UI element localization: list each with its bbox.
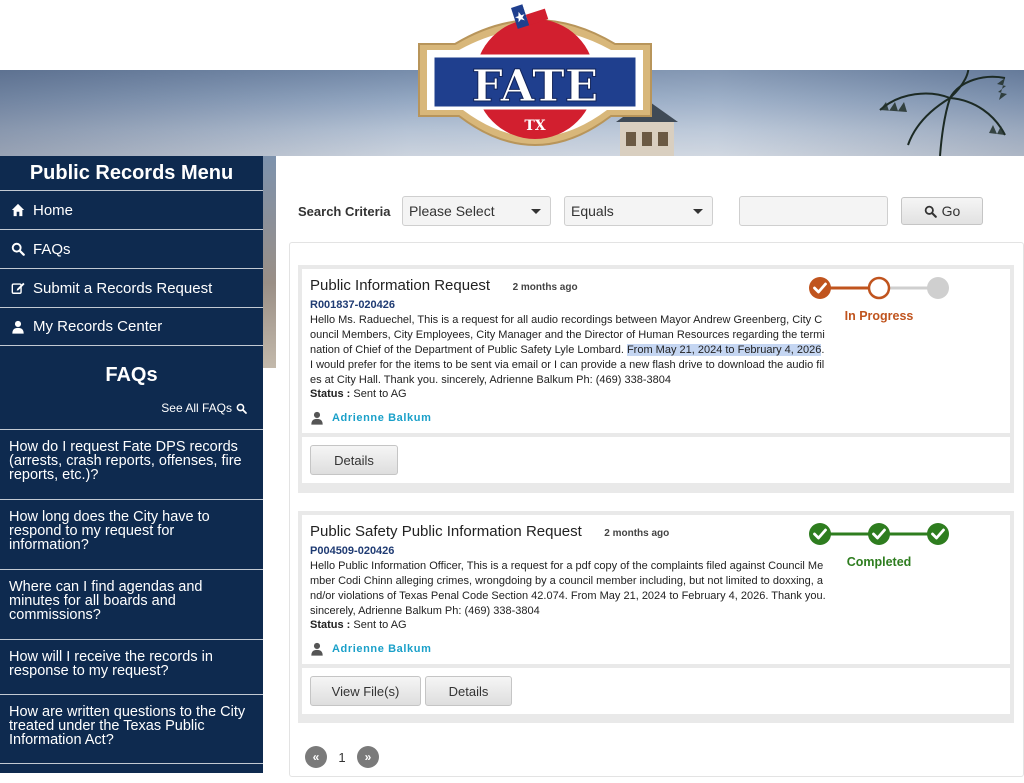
menu-item-label: Submit a Records Request: [33, 279, 213, 297]
request-status: Status : Sent to AG: [310, 388, 1000, 400]
request-card: Public Safety Public Information Request…: [298, 511, 1014, 723]
request-card-actions: Details: [302, 437, 1010, 483]
request-description: Hello Ms. Raduechel, This is a request f…: [310, 314, 825, 386]
pagination: « 1 »: [305, 746, 379, 768]
faq-item[interactable]: How do I request Fate DPS records (arres…: [0, 429, 263, 499]
results-panel: Public Information Request 2 months ago …: [289, 242, 1024, 777]
view-files-button[interactable]: View File(s): [310, 676, 421, 706]
previous-page-button[interactable]: «: [305, 746, 327, 768]
status-label: Status :: [310, 619, 351, 631]
go-button[interactable]: Go: [901, 197, 983, 225]
search-criteria-bar: Search Criteria Please Select Equals Go: [298, 196, 983, 226]
menu-item-my-records-center[interactable]: My Records Center: [0, 307, 263, 346]
request-progress-tracker: Completed: [808, 521, 950, 571]
search-value-input[interactable]: [739, 196, 888, 226]
fate-tx-logo: FATE TX: [418, 4, 652, 146]
step-pending-icon: [927, 277, 949, 299]
menu-item-faqs[interactable]: FAQs: [0, 229, 263, 268]
requester-name: Adrienne Balkum: [332, 412, 432, 424]
user-icon: [311, 411, 323, 425]
see-all-faqs-label: See All FAQs: [161, 401, 232, 415]
main-content: Search Criteria Please Select Equals Go …: [276, 156, 1024, 783]
public-records-sidebar: Public Records Menu Home FAQs Submit a R…: [0, 156, 263, 773]
search-operator-select[interactable]: Equals: [564, 196, 713, 226]
menu-item-label: FAQs: [33, 240, 71, 258]
highlighted-text: From May 21, 2024 to February 4, 2026: [626, 344, 822, 356]
requester-name: Adrienne Balkum: [332, 643, 432, 655]
user-icon: [12, 320, 24, 334]
home-icon: [11, 203, 25, 217]
caret-down-icon: [693, 209, 703, 214]
step-complete-icon: [809, 523, 831, 545]
search-icon: [11, 242, 25, 256]
menu-item-label: My Records Center: [33, 318, 163, 335]
current-page-number[interactable]: 1: [335, 750, 349, 765]
search-field-select[interactable]: Please Select: [402, 196, 551, 226]
caret-down-icon: [531, 209, 541, 214]
status-value: Sent to AG: [353, 619, 407, 631]
search-criteria-label: Search Criteria: [298, 203, 391, 219]
menu-title: Public Records Menu: [29, 162, 234, 184]
next-page-button[interactable]: »: [357, 746, 379, 768]
request-age: 2 months ago: [512, 282, 578, 293]
menu-item-label: Home: [33, 201, 74, 219]
status-label: Status :: [310, 388, 351, 400]
step-complete-icon: [927, 523, 949, 545]
edit-icon: [11, 282, 25, 294]
progress-steps: [809, 523, 949, 545]
logo-wordmark: FATE: [472, 61, 599, 112]
faq-item[interactable]: How long does the City have to respond t…: [0, 499, 263, 569]
details-button[interactable]: Details: [310, 445, 398, 475]
background-photo-strip: [263, 156, 276, 368]
details-button[interactable]: Details: [425, 676, 512, 706]
request-description: Hello Public Information Officer, This i…: [310, 560, 826, 617]
search-field-value: Please Select: [409, 203, 495, 219]
search-icon: [924, 205, 937, 218]
menu-item-home[interactable]: Home: [0, 190, 263, 229]
faq-item[interactable]: How are written questions to the City tr…: [0, 694, 263, 764]
progress-label: In Progress: [844, 309, 914, 323]
step-current-icon: [867, 276, 891, 300]
see-all-faqs-link[interactable]: See All FAQs: [0, 401, 263, 415]
request-card-body: Public Safety Public Information Request…: [302, 515, 1010, 668]
status-value: Sent to AG: [353, 388, 407, 400]
search-operator-value: Equals: [571, 203, 614, 219]
progress-steps: [809, 276, 949, 300]
request-card: Public Information Request 2 months ago …: [298, 265, 1014, 493]
request-title[interactable]: Public Information Request: [310, 277, 490, 294]
palm-tree-image: [879, 70, 1007, 156]
request-status: Status : Sent to AG: [310, 619, 1000, 631]
progress-label: Completed: [846, 555, 912, 569]
faqs-heading: FAQs: [105, 364, 158, 386]
requester-row: Adrienne Balkum: [310, 642, 431, 656]
faq-item[interactable]: How will I receive the records in respon…: [0, 639, 263, 694]
request-card-body: Public Information Request 2 months ago …: [302, 269, 1010, 437]
faq-list: How do I request Fate DPS records (arres…: [0, 429, 263, 764]
header-banner: FATE TX: [0, 0, 1024, 156]
go-button-label: Go: [941, 203, 961, 219]
logo-state: TX: [524, 118, 545, 134]
menu-item-submit-request[interactable]: Submit a Records Request: [0, 268, 263, 307]
faq-item[interactable]: Where can I find agendas and minutes for…: [0, 569, 263, 639]
request-age: 2 months ago: [604, 528, 670, 539]
requester-row: Adrienne Balkum: [310, 411, 431, 425]
request-card-actions: View File(s) Details: [302, 668, 1010, 714]
search-icon: [236, 403, 247, 414]
request-title[interactable]: Public Safety Public Information Request: [310, 523, 582, 540]
user-icon: [311, 642, 323, 656]
step-complete-icon: [868, 523, 890, 545]
request-progress-tracker: In Progress: [808, 275, 950, 325]
step-complete-icon: [809, 277, 831, 299]
